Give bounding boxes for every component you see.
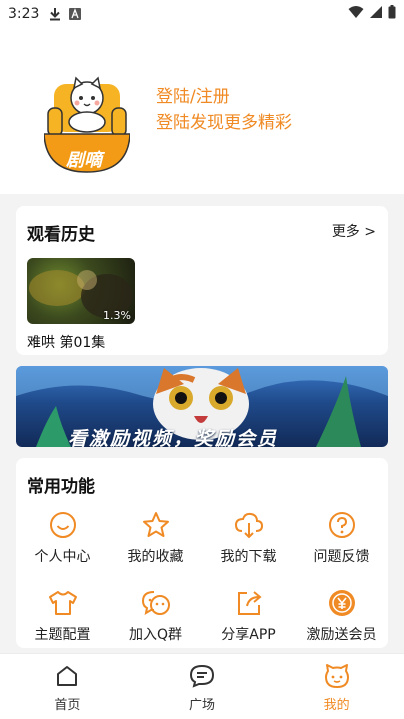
tab-label: 广场 — [189, 698, 216, 713]
tab-label: 我的 — [323, 698, 350, 713]
profile-header: 剧嘀 登陆/注册 登陆发现更多精彩 — [0, 28, 404, 194]
function-label: 个人中心 — [34, 549, 91, 565]
history-thumbnail[interactable]: 1.3% — [27, 258, 135, 324]
function-theme[interactable]: 主题配置 — [16, 588, 109, 650]
cloud-download-icon — [234, 510, 264, 540]
home-icon — [53, 662, 81, 690]
function-label: 我的下载 — [220, 549, 277, 565]
history-progress: 1.3% — [103, 309, 131, 322]
logo-text: 剧嘀 — [66, 150, 102, 171]
function-personal-center[interactable]: 个人中心 — [16, 510, 109, 572]
share-icon — [234, 588, 264, 618]
tab-square[interactable]: 广场 — [135, 654, 270, 719]
bottom-tab-bar: 首页 广场 我的 — [0, 653, 404, 719]
function-share-app[interactable]: 分享APP — [202, 588, 295, 650]
login-register-link[interactable]: 登陆/注册 — [156, 82, 230, 107]
function-label: 分享APP — [221, 627, 276, 643]
font-app-icon — [69, 8, 82, 20]
coin-icon — [327, 588, 357, 618]
history-title: 观看历史 — [27, 225, 95, 245]
tab-home[interactable]: 首页 — [0, 654, 135, 719]
chat-group-icon — [141, 588, 171, 618]
battery-icon — [388, 5, 396, 23]
question-icon — [327, 510, 357, 540]
status-bar: 3:23 — [0, 0, 404, 28]
tab-mine[interactable]: 我的 — [269, 654, 404, 719]
login-subtitle[interactable]: 登陆发现更多精彩 — [156, 108, 292, 133]
tab-label: 首页 — [54, 698, 81, 713]
history-more-link[interactable]: 更多 > — [332, 221, 376, 241]
wifi-icon — [348, 5, 364, 23]
function-label: 我的收藏 — [127, 549, 184, 565]
smile-icon — [48, 510, 78, 540]
reward-video-banner[interactable]: 看激励视频，奖励会员 — [16, 366, 388, 447]
square-chat-icon — [188, 662, 216, 690]
function-favorites[interactable]: 我的收藏 — [109, 510, 202, 572]
function-label: 问题反馈 — [313, 549, 370, 565]
profile-face-icon — [323, 662, 351, 690]
function-downloads[interactable]: 我的下载 — [202, 510, 295, 572]
common-functions-card: 常用功能 个人中心 我的收藏 我的下载 问题反馈 主题配置 加入Q群 分享APP… — [16, 458, 388, 648]
function-label: 激励送会员 — [306, 627, 377, 643]
shirt-icon — [48, 588, 78, 618]
function-label: 加入Q群 — [128, 627, 183, 643]
star-icon — [141, 510, 171, 540]
function-feedback[interactable]: 问题反馈 — [295, 510, 388, 572]
banner-text: 看激励视频，奖励会员 — [68, 428, 279, 447]
function-label: 主题配置 — [34, 627, 91, 643]
download-icon — [49, 7, 61, 21]
function-join-group[interactable]: 加入Q群 — [109, 588, 202, 650]
watch-history-card: 观看历史 更多 > 1.3% 难哄 第01集 — [16, 206, 388, 355]
function-reward-vip[interactable]: 激励送会员 — [295, 588, 388, 650]
functions-title: 常用功能 — [27, 477, 95, 497]
status-time: 3:23 — [8, 6, 40, 22]
signal-icon — [369, 5, 383, 23]
app-logo-icon: 剧嘀 — [43, 68, 131, 173]
functions-grid: 个人中心 我的收藏 我的下载 问题反馈 主题配置 加入Q群 分享APP 激励送会… — [16, 510, 388, 650]
history-item-title[interactable]: 难哄 第01集 — [27, 332, 105, 352]
